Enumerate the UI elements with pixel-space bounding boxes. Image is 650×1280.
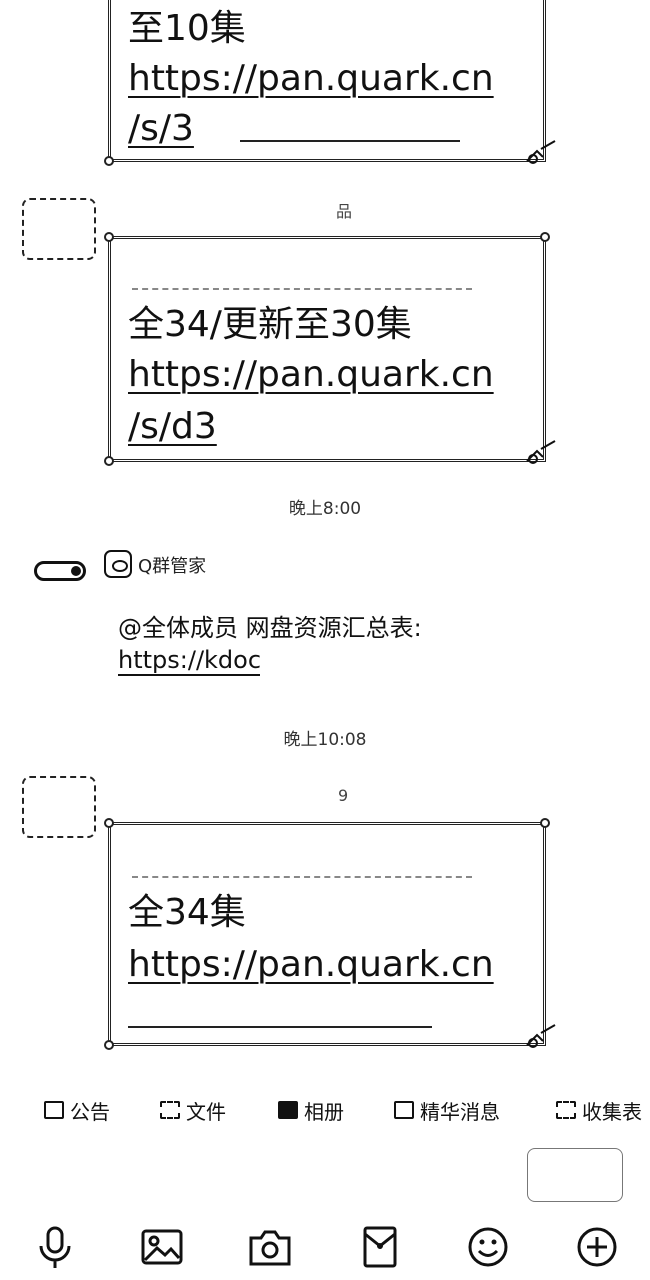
emoji-icon[interactable] <box>463 1222 513 1272</box>
bubble-corner <box>104 232 114 242</box>
redacted-underline <box>240 140 460 142</box>
sender-name: 品 <box>336 202 353 221</box>
bubble-corner <box>104 1040 114 1050</box>
message-3-line-1: 全34集 <box>128 892 246 933</box>
redacted-title-glyphs <box>132 842 472 878</box>
bubble-corner <box>540 232 550 242</box>
redacted-underline <box>128 1026 432 1028</box>
message-2-line-1: 全34/更新至30集 <box>128 304 412 345</box>
message-3-link-line-1[interactable]: https://pan.quark.cn <box>128 938 494 992</box>
camera-icon[interactable] <box>245 1222 295 1272</box>
avatar[interactable] <box>22 198 96 260</box>
toolbar-label: 公告 <box>70 1099 110 1124</box>
sender-name: Q群管家 <box>138 556 207 577</box>
mic-icon[interactable] <box>30 1222 80 1272</box>
bubble-corner <box>540 818 550 828</box>
bot-icon <box>104 550 132 578</box>
timestamp: 晚上10:08 <box>283 730 367 750</box>
album-icon <box>278 1101 298 1119</box>
toolbar-album[interactable]: 相册 <box>278 1090 344 1130</box>
announcement-icon <box>44 1101 64 1119</box>
message-1-line-1: 至10集 <box>128 8 246 49</box>
bubble-decoration-icon <box>526 140 556 164</box>
timestamp: 晚上8:00 <box>288 499 362 519</box>
redacted-title-glyphs <box>132 254 472 290</box>
message-2-link-line-1[interactable]: https://pan.quark.cn <box>128 348 494 402</box>
bubble-decoration-icon <box>526 1024 556 1048</box>
input-actions-bar <box>0 1222 650 1272</box>
plus-icon[interactable] <box>572 1222 622 1272</box>
bubble-decoration-icon <box>526 440 556 464</box>
image-icon[interactable] <box>137 1222 187 1272</box>
system-message-link[interactable]: https://kdoc <box>118 644 261 676</box>
toolbar-announcement[interactable]: 公告 <box>44 1090 110 1130</box>
bubble-corner <box>104 456 114 466</box>
send-button[interactable] <box>527 1148 623 1202</box>
toolbar-label: 精华消息 <box>420 1099 500 1124</box>
toolbar-highlights[interactable]: 精华消息 <box>394 1090 500 1130</box>
bubble-corner <box>104 818 114 828</box>
red-packet-icon[interactable] <box>355 1222 405 1272</box>
toolbar-files[interactable]: 文件 <box>160 1090 226 1130</box>
redacted-area <box>236 404 506 444</box>
redacted-area <box>260 646 540 676</box>
toolbar-form[interactable]: 收集表 <box>556 1090 642 1130</box>
redacted-area <box>200 108 500 144</box>
form-icon <box>556 1101 576 1119</box>
toolbar-label: 收集表 <box>582 1099 642 1124</box>
toolbar-label: 相册 <box>304 1099 344 1124</box>
message-2-link-line-2[interactable]: /s/d3 <box>128 400 217 454</box>
highlight-icon <box>394 1101 414 1119</box>
system-message-line-1: @全体成员 网盘资源汇总表: <box>118 614 422 642</box>
group-toolbar: 公告 文件 相册 精华消息 收集表 <box>0 1090 650 1130</box>
folder-icon <box>160 1101 180 1119</box>
avatar[interactable] <box>22 776 96 838</box>
bubble-corner <box>104 156 114 166</box>
message-1-link-line-2[interactable]: /s/3 <box>128 102 194 156</box>
toolbar-label: 文件 <box>186 1099 226 1124</box>
member-badge-icon <box>34 561 86 581</box>
sender-name: 9 <box>338 786 349 805</box>
message-1-link-line-1[interactable]: https://pan.quark.cn <box>128 52 494 106</box>
